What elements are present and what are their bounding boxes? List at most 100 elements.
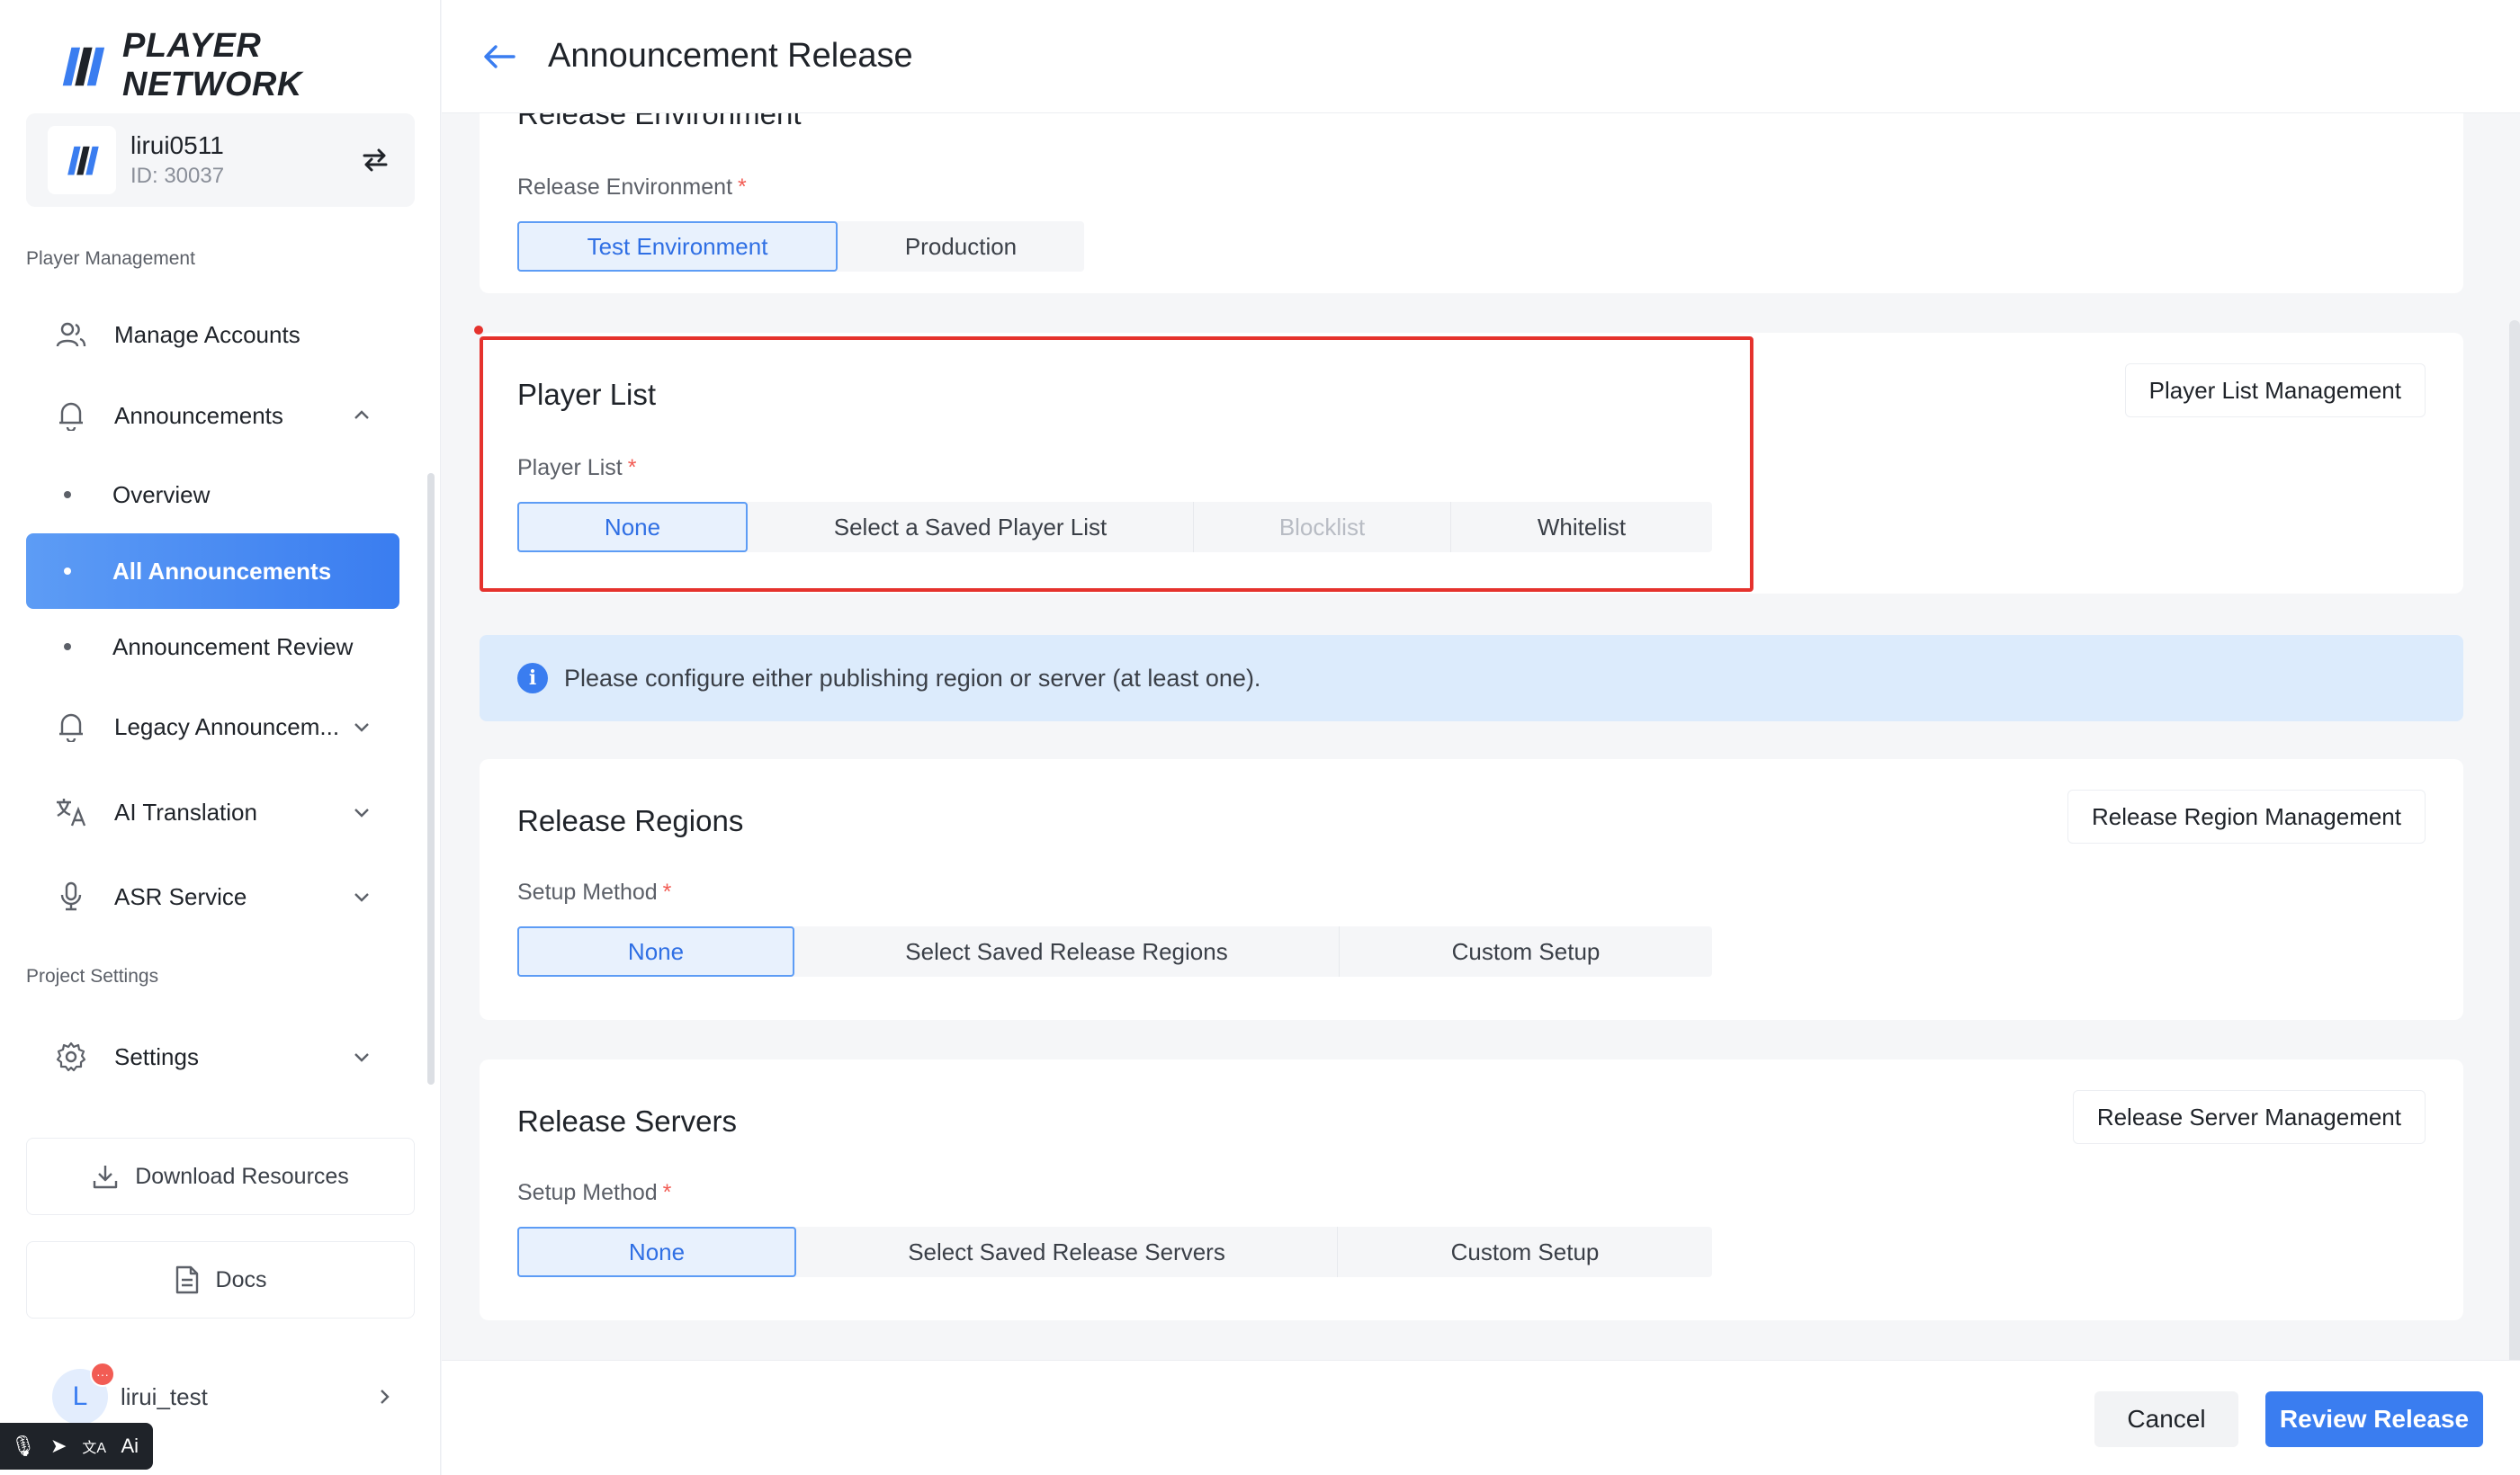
sidebar-item-label: Legacy Announcem... (114, 712, 340, 740)
release-regions-selector: None Select Saved Release Regions Custom… (517, 926, 1712, 977)
account-name: lirui0511 (130, 131, 224, 159)
release-environment-heading: Release Environment (517, 113, 802, 130)
account-logo-icon (67, 146, 99, 175)
review-release-button[interactable]: Review Release (2265, 1391, 2483, 1447)
sidebar-item-legacy-announcements[interactable]: Legacy Announcem... (26, 689, 399, 764)
section-project-settings: Project Settings (26, 966, 159, 987)
page-title: Announcement Release (548, 37, 913, 75)
sidebar-item-label: Settings (114, 1042, 199, 1070)
main-scrollbar[interactable] (2509, 320, 2520, 1360)
download-resources-label: Download Resources (135, 1163, 349, 1189)
sidebar-item-all-announcements[interactable]: All Announcements (26, 533, 399, 609)
bullet-icon (64, 643, 71, 650)
document-icon (175, 1265, 198, 1294)
release-regions-setup-label: Setup Method * (517, 880, 672, 905)
account-id: ID: 30037 (130, 164, 225, 188)
option-test-environment[interactable]: Test Environment (517, 221, 838, 272)
bell-icon (53, 709, 89, 745)
voice-icon[interactable]: 🎙 (9, 1432, 38, 1461)
player-list-selector: None Select a Saved Player List Blocklis… (517, 502, 1712, 552)
option-none[interactable]: None (517, 502, 748, 552)
chevron-up-icon (354, 410, 369, 419)
account-switcher[interactable]: lirui0511 ID: 30037 (26, 113, 415, 207)
send-icon[interactable]: ➤ (44, 1432, 73, 1461)
release-regions-title: Release Regions (517, 804, 744, 837)
release-regions-card: Release Regions Release Region Managemen… (480, 759, 2463, 1020)
switch-account-icon[interactable] (357, 142, 393, 178)
sidebar-item-label: Announcements (114, 401, 283, 429)
translate-icon (53, 794, 89, 830)
option-custom-setup[interactable]: Custom Setup (1338, 1227, 1712, 1277)
docs-button[interactable]: Docs (26, 1241, 415, 1319)
chevron-right-icon (381, 1390, 390, 1404)
sidebar-item-label: Manage Accounts (114, 320, 300, 348)
player-list-management-button[interactable]: Player List Management (2124, 363, 2426, 417)
option-select-saved-release-regions[interactable]: Select Saved Release Regions (794, 926, 1340, 977)
sidebar-item-manage-accounts[interactable]: Manage Accounts (26, 297, 399, 372)
section-player-management: Player Management (26, 248, 195, 269)
page-header: Announcement Release (442, 0, 2520, 113)
highlight-marker (474, 326, 483, 335)
option-whitelist[interactable]: Whitelist (1451, 502, 1712, 552)
info-icon: i (517, 663, 548, 693)
chevron-down-icon (354, 893, 369, 902)
sidebar-scrollbar[interactable] (427, 473, 435, 1085)
sidebar-item-asr-service[interactable]: ASR Service (26, 859, 399, 934)
download-icon (93, 1166, 118, 1189)
sidebar-item-announcements[interactable]: Announcements (26, 378, 399, 453)
release-environment-selector: Test Environment Production (517, 221, 1084, 272)
microphone-icon (53, 879, 89, 915)
floating-toolbar: 🎙 ➤ 文A Ai (0, 1423, 153, 1470)
release-servers-card: Release Servers Release Server Managemen… (480, 1059, 2463, 1320)
release-region-management-button[interactable]: Release Region Management (2067, 790, 2426, 844)
release-environment-card: Release Environment Release Environment *… (480, 113, 2463, 293)
release-server-management-button[interactable]: Release Server Management (2072, 1090, 2426, 1144)
user-name: lirui_test (121, 1382, 208, 1410)
translate-tool-icon[interactable]: 文A (80, 1432, 109, 1461)
sidebar: PLAYER NETWORK lirui0511 ID: 30037 Playe… (0, 0, 441, 1475)
player-list-card: Player List Player List Management Playe… (480, 333, 2463, 594)
player-list-label: Player List * (517, 455, 637, 480)
ai-icon[interactable]: Ai (115, 1432, 144, 1461)
download-resources-button[interactable]: Download Resources (26, 1138, 415, 1215)
player-list-title: Player List (517, 378, 657, 411)
back-arrow-icon[interactable] (483, 39, 519, 75)
option-custom-setup[interactable]: Custom Setup (1340, 926, 1712, 977)
info-text: Please configure either publishing regio… (564, 664, 1261, 692)
option-none[interactable]: None (517, 926, 794, 977)
avatar-initial: L (72, 1381, 88, 1411)
sidebar-item-overview[interactable]: Overview (26, 457, 399, 532)
chevron-down-icon (354, 1053, 369, 1062)
option-select-saved-player-list[interactable]: Select a Saved Player List (748, 502, 1194, 552)
sidebar-item-ai-translation[interactable]: AI Translation (26, 774, 399, 850)
chevron-down-icon (354, 809, 369, 818)
sidebar-item-announcement-review[interactable]: Announcement Review (26, 609, 399, 684)
notification-badge: ··· (90, 1362, 115, 1387)
brand-logo-icon (62, 47, 105, 86)
sidebar-item-label: All Announcements (112, 557, 332, 585)
info-banner: i Please configure either publishing reg… (480, 635, 2463, 721)
bullet-icon (64, 568, 71, 575)
option-production[interactable]: Production (838, 221, 1084, 272)
release-servers-setup-label: Setup Method * (517, 1180, 672, 1205)
option-select-saved-release-servers[interactable]: Select Saved Release Servers (796, 1227, 1338, 1277)
chevron-down-icon (354, 723, 369, 732)
account-avatar (48, 126, 116, 194)
cancel-button[interactable]: Cancel (2094, 1391, 2238, 1447)
brand-name: PLAYER NETWORK (122, 27, 302, 103)
sidebar-item-label: Overview (112, 480, 211, 508)
sidebar-item-settings[interactable]: Settings (26, 1019, 399, 1095)
release-environment-label: Release Environment * (517, 174, 747, 200)
brand-logo[interactable]: PLAYER NETWORK (56, 27, 440, 104)
avatar: L ··· (52, 1362, 115, 1425)
release-servers-selector: None Select Saved Release Servers Custom… (517, 1227, 1712, 1277)
sidebar-item-label: Announcement Review (112, 632, 354, 660)
docs-label: Docs (215, 1266, 267, 1292)
sidebar-item-label: AI Translation (114, 798, 257, 826)
option-none[interactable]: None (517, 1227, 796, 1277)
main-content: Release Environment Release Environment *… (442, 113, 2520, 1360)
user-profile[interactable]: L ··· lirui_test (52, 1362, 394, 1426)
action-footer: Cancel Review Release (442, 1360, 2520, 1475)
option-blocklist: Blocklist (1194, 502, 1451, 552)
release-servers-title: Release Servers (517, 1104, 737, 1138)
